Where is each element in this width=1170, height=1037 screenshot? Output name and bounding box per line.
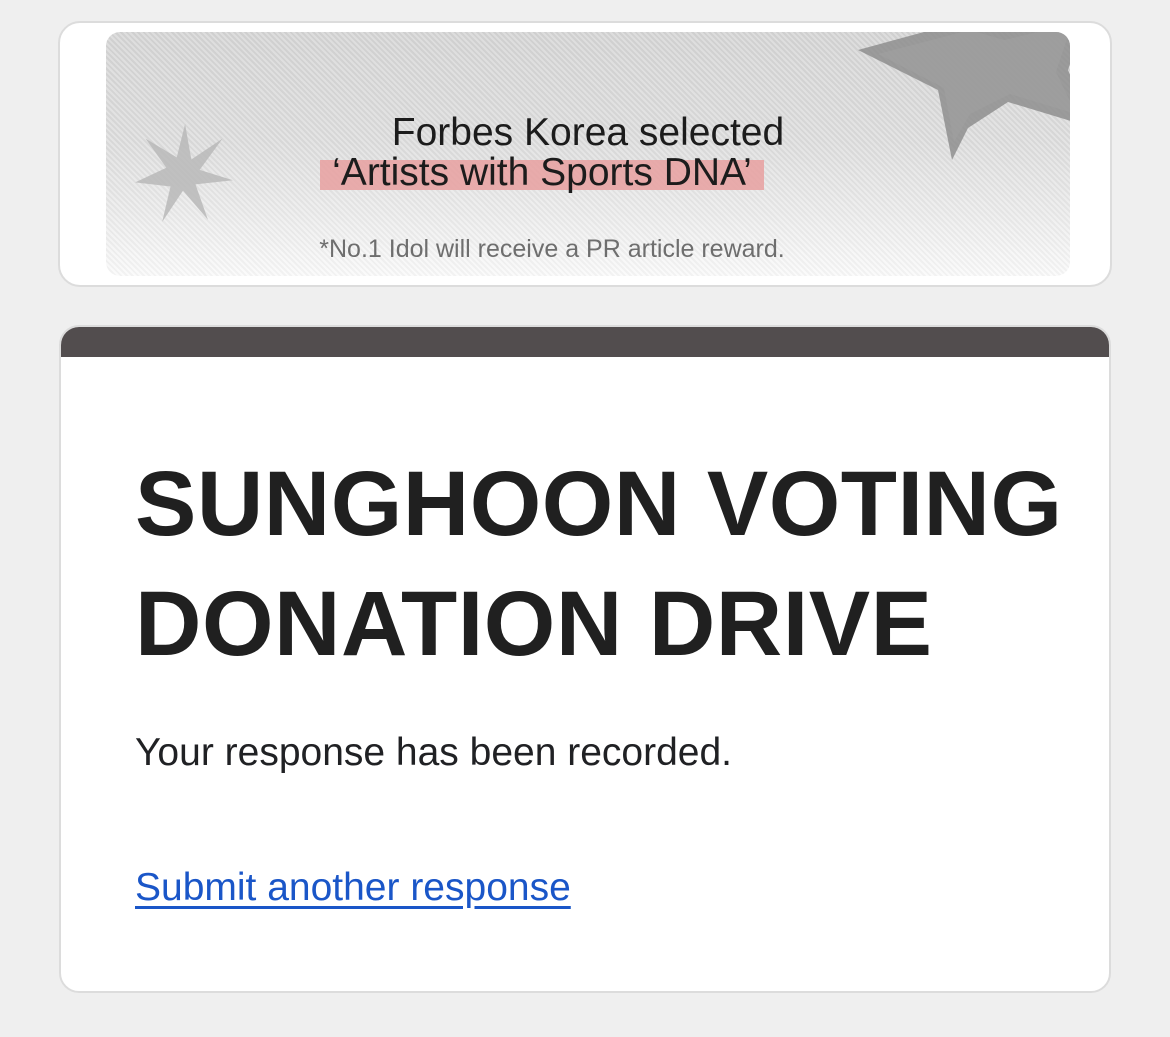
form-response-card: SUNGHOON VOTING DONATION DRIVE Your resp… (59, 325, 1111, 993)
submit-another-response-link[interactable]: Submit another response (135, 863, 571, 913)
header-banner-card: Forbes Korea selected ‘Artists with Spor… (58, 21, 1112, 287)
form-title: SUNGHOON VOTING DONATION DRIVE (135, 453, 1063, 675)
form-accent-bar (61, 327, 1109, 357)
banner-note: *No.1 Idol will receive a PR article rew… (319, 235, 785, 263)
banner-subheadline: ‘Artists with Sports DNA’ (320, 150, 764, 196)
banner-image: Forbes Korea selected ‘Artists with Spor… (106, 32, 1070, 276)
banner-subheadline-wrap: ‘Artists with Sports DNA’ (106, 150, 1070, 196)
confirmation-message: Your response has been recorded. (135, 731, 732, 774)
